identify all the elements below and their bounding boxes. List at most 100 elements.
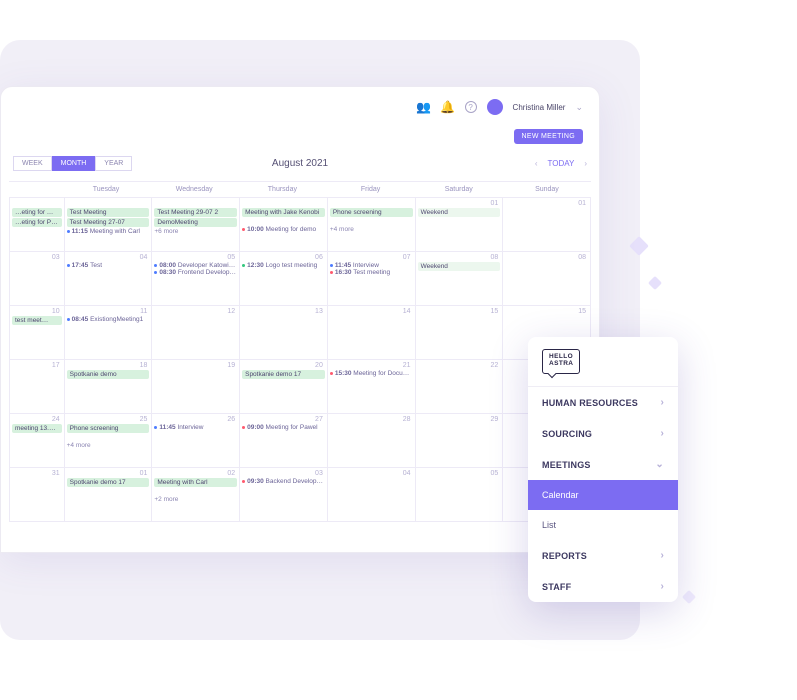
day-number: 25 [140, 416, 148, 423]
view-tab-month[interactable]: MONTH [52, 156, 96, 171]
day-number: 19 [227, 362, 235, 369]
event-item[interactable]: Weekend [418, 208, 501, 217]
day-cell[interactable]: 29 [416, 414, 504, 468]
avatar[interactable] [487, 99, 503, 115]
day-cell[interactable]: 15 [416, 306, 504, 360]
event-item[interactable]: 08:00 Developer Katowic… [154, 262, 237, 269]
day-cell[interactable]: Phone screening +4 more [328, 198, 416, 252]
event-item[interactable]: 11:15 Meeting with Carl [67, 228, 150, 235]
view-tab-year[interactable]: YEAR [95, 156, 132, 171]
sidebar-item-human-resources[interactable]: HUMAN RESOURCES› [528, 387, 678, 418]
event-item[interactable]: 11:45 Interview [154, 424, 237, 431]
day-cell[interactable]: Test MeetingTest Meeting 27-0711:15 Meet… [65, 198, 153, 252]
event-item[interactable]: 12:30 Logo test meeting [242, 262, 325, 269]
event-item[interactable]: 09:30 Backend Develope… [242, 478, 325, 485]
event-item[interactable]: Spotkanie demo 17 [67, 478, 150, 487]
bell-icon[interactable]: 🔔 [441, 100, 455, 114]
person-add-icon[interactable]: 👥 [417, 100, 431, 114]
event-item[interactable]: 08:45 ExistiongMeeting1 [67, 316, 150, 323]
day-cell[interactable]: 17 [9, 360, 65, 414]
day-cell[interactable]: 10test meet… [9, 306, 65, 360]
event-item[interactable]: Phone screening [330, 208, 413, 217]
day-cell[interactable]: 0711:45 Interview16:30 Test meeting [328, 252, 416, 306]
event-item[interactable]: Spotkanie demo [67, 370, 150, 379]
prev-icon[interactable]: ‹ [535, 159, 538, 168]
day-cell[interactable]: 05 [416, 468, 504, 522]
day-cell[interactable]: 19 [152, 360, 240, 414]
event-item[interactable]: Spotkanie demo 17 [242, 370, 325, 379]
new-meeting-button[interactable]: NEW MEETING [514, 129, 583, 144]
more-events[interactable]: +4 more [330, 226, 413, 233]
view-tab-week[interactable]: WEEK [13, 156, 52, 171]
event-item[interactable]: …eting for Monday [12, 208, 62, 217]
sidebar-item-sourcing[interactable]: SOURCING› [528, 418, 678, 449]
day-number: 10 [52, 308, 60, 315]
event-item[interactable]: 08:30 Frontend Develope… [154, 269, 237, 276]
chevron-down-icon[interactable]: ⌄ [575, 102, 583, 113]
help-icon[interactable]: ? [465, 101, 477, 113]
day-cell[interactable]: 13 [240, 306, 328, 360]
day-cell[interactable]: 12 [152, 306, 240, 360]
sidebar-item-meetings[interactable]: MEETINGS⌄ [528, 449, 678, 480]
day-cell[interactable]: 03 [9, 252, 65, 306]
day-cell[interactable]: Test Meeting 29-07 2DemoMeeting+6 more [152, 198, 240, 252]
week-row: 3101Spotkanie demo 1702Meeting with Carl… [9, 468, 591, 522]
day-cell[interactable]: 28 [328, 414, 416, 468]
day-number: 08 [578, 254, 586, 261]
event-item[interactable]: 16:30 Test meeting [330, 269, 413, 276]
event-item[interactable]: …eting for Pawel [12, 218, 62, 227]
event-item[interactable]: Meeting with Carl [154, 478, 237, 487]
event-item[interactable]: meeting 13.08 2 [12, 424, 62, 433]
day-cell[interactable]: 01 [503, 198, 591, 252]
day-cell[interactable]: 0417:45 Test [65, 252, 153, 306]
day-number: 11 [140, 308, 147, 315]
day-cell[interactable]: 14 [328, 306, 416, 360]
event-item[interactable]: Meeting with Jake Kenobi [242, 208, 325, 217]
event-item[interactable]: 09:00 Meeting for Pawel [242, 424, 325, 431]
logo[interactable]: HELLO ASTRA [528, 337, 678, 387]
day-cell[interactable]: 08Weekend [416, 252, 504, 306]
day-cell[interactable]: 01Weekend [416, 198, 504, 252]
event-item[interactable]: Test Meeting 29-07 2 [154, 208, 237, 217]
day-cell[interactable]: 0508:00 Developer Katowic…08:30 Frontend… [152, 252, 240, 306]
day-cell[interactable]: 1108:45 ExistiongMeeting1 [65, 306, 153, 360]
day-cell[interactable]: 04 [328, 468, 416, 522]
event-item[interactable]: Test Meeting 27-07 [67, 218, 150, 227]
day-cell[interactable]: 08 [503, 252, 591, 306]
day-cell[interactable]: 2709:00 Meeting for Pawel [240, 414, 328, 468]
sidebar-item-label: HUMAN RESOURCES [542, 398, 638, 408]
day-cell[interactable]: 24meeting 13.08 2 [9, 414, 65, 468]
more-events[interactable]: +2 more [154, 496, 237, 503]
sidebar-subitem-list[interactable]: List [528, 510, 678, 540]
day-cell[interactable]: 18Spotkanie demo [65, 360, 153, 414]
day-cell[interactable]: 20Spotkanie demo 17 [240, 360, 328, 414]
day-cell[interactable]: 02Meeting with Carl+2 more [152, 468, 240, 522]
day-cell[interactable]: 2115:30 Meeting for Docu… [328, 360, 416, 414]
day-cell[interactable]: 0612:30 Logo test meeting [240, 252, 328, 306]
sidebar-item-staff[interactable]: STAFF› [528, 571, 678, 602]
day-cell[interactable]: …eting for Monday…eting for Pawel [9, 198, 65, 252]
today-button[interactable]: TODAY [548, 159, 575, 168]
day-cell[interactable]: 22 [416, 360, 504, 414]
day-cell[interactable]: 31 [9, 468, 65, 522]
event-item[interactable]: Phone screening [67, 424, 150, 433]
event-item[interactable]: test meet… [12, 316, 62, 325]
event-item[interactable]: Weekend [418, 262, 501, 271]
day-number: 04 [140, 254, 148, 261]
event-item[interactable]: 11:45 Interview [330, 262, 413, 269]
event-item[interactable]: Test Meeting [67, 208, 150, 217]
more-events[interactable]: +6 more [154, 228, 237, 235]
day-cell[interactable]: Meeting with Jake Kenobi 10:00 Meeting fo… [240, 198, 328, 252]
next-icon[interactable]: › [584, 159, 587, 168]
event-item[interactable]: 15:30 Meeting for Docu… [330, 370, 413, 377]
event-item[interactable]: DemoMeeting [154, 218, 237, 227]
event-item[interactable]: 10:00 Meeting for demo [242, 226, 325, 233]
day-cell[interactable]: 2611:45 Interview [152, 414, 240, 468]
day-cell[interactable]: 25Phone screening +4 more [65, 414, 153, 468]
sidebar-item-reports[interactable]: REPORTS› [528, 540, 678, 571]
more-events[interactable]: +4 more [67, 442, 150, 449]
day-cell[interactable]: 0309:30 Backend Develope… [240, 468, 328, 522]
event-item[interactable]: 17:45 Test [67, 262, 150, 269]
sidebar-subitem-calendar[interactable]: Calendar [528, 480, 678, 510]
day-cell[interactable]: 01Spotkanie demo 17 [65, 468, 153, 522]
